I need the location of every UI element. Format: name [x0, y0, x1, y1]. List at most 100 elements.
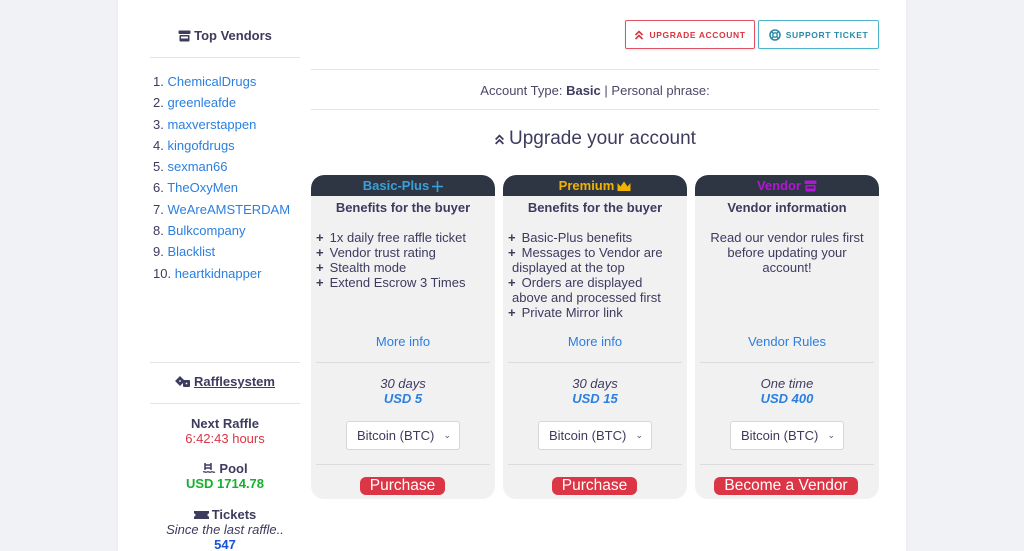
next-raffle-label: Next Raffle: [191, 416, 259, 431]
plan-duration: One time: [760, 376, 814, 391]
payment-method-value: Bitcoin (BTC): [357, 428, 435, 443]
plan-price-value: USD 400: [760, 391, 814, 406]
divider: [508, 362, 682, 363]
raffle-pool: Pool USD 1714.78: [150, 461, 300, 491]
benefit-item: + Private Mirror link: [508, 305, 623, 320]
upgrade-account-button[interactable]: UPGRADE ACCOUNT: [625, 20, 755, 49]
vendor-link[interactable]: sexman66: [167, 159, 227, 174]
upgrade-title-text: Upgrade your account: [509, 128, 696, 149]
page-container: Top Vendors 1. ChemicalDrugs 2. greenlea…: [118, 0, 906, 551]
vendor-rank: 8.: [153, 223, 164, 239]
chevron-down-icon: ⌄: [443, 430, 451, 440]
list-item: 9. Blacklist: [153, 243, 290, 264]
divider: [311, 69, 879, 70]
list-item: 2. greenleafde: [153, 94, 290, 115]
list-item: 7. WeAreAMSTERDAM: [153, 201, 290, 222]
vendor-rank: 9.: [153, 244, 164, 260]
divider: [150, 403, 300, 404]
payment-method-select[interactable]: Bitcoin (BTC) ⌄: [730, 421, 844, 450]
vendor-link[interactable]: kingofdrugs: [167, 138, 234, 153]
account-type-value: Basic: [566, 83, 601, 98]
vendor-rules-link[interactable]: Vendor Rules: [695, 334, 879, 349]
double-chevron-up-icon: [635, 29, 644, 40]
vendor-link[interactable]: Bulkcompany: [167, 223, 245, 238]
tickets-label-text: Tickets: [211, 507, 257, 522]
benefits-list: + Basic-Plus benefits + Messages to Vend…: [503, 230, 687, 320]
dice-icon: [175, 376, 191, 387]
vendor-link[interactable]: WeAreAMSTERDAM: [167, 202, 290, 217]
purchase-button[interactable]: Purchase: [552, 477, 637, 495]
list-item: 10. heartkidnapper: [153, 265, 290, 286]
plan-card-vendor: Vendor Vendor information Read our vendo…: [695, 175, 879, 499]
payment-method-select[interactable]: Bitcoin (BTC) ⌄: [538, 421, 652, 450]
plan-price-value: USD 15: [572, 391, 618, 406]
vendor-link[interactable]: maxverstappen: [167, 117, 256, 132]
plan-card-header: Premium: [503, 175, 687, 196]
upgrade-title: Upgrade your account: [311, 128, 879, 150]
vendor-rank: 1.: [153, 74, 164, 89]
plan-card-header: Vendor: [695, 175, 879, 196]
payment-method-value: Bitcoin (BTC): [549, 428, 627, 443]
list-item: 1. ChemicalDrugs: [153, 73, 290, 94]
rafflesystem-link[interactable]: Rafflesystem: [194, 374, 275, 389]
vendor-rank: 6.: [153, 180, 164, 196]
plan-price: 30 days USD 15: [503, 376, 687, 406]
plan-title: Premium: [558, 178, 615, 193]
list-item: 4. kingofdrugs: [153, 137, 290, 158]
tickets-note: Since the last raffle..: [166, 522, 284, 537]
account-info: Account Type: Basic | Personal phrase:: [311, 83, 879, 98]
vendor-rank: 7.: [153, 201, 164, 217]
benefit-item: + Stealth mode: [316, 260, 407, 275]
payment-method-value: Bitcoin (BTC): [741, 428, 819, 443]
vendor-link[interactable]: heartkidnapper: [175, 266, 262, 281]
double-chevron-up-icon: [495, 134, 504, 145]
vendor-rank: 10.: [153, 265, 172, 281]
plan-price: 30 days USD 5: [311, 376, 495, 406]
vendor-link[interactable]: greenleafde: [167, 95, 236, 110]
vendor-rank: 3.: [153, 116, 164, 132]
benefit-item: + Extend Escrow 3 Times: [316, 275, 466, 290]
more-info-link[interactable]: More info: [311, 334, 495, 349]
divider: [700, 464, 874, 465]
more-info-link[interactable]: More info: [503, 334, 687, 349]
next-raffle-countdown: 6:42:43 hours: [185, 431, 265, 446]
become-vendor-button[interactable]: Become a Vendor: [714, 477, 858, 495]
lifebuoy-icon: [768, 28, 781, 41]
plan-duration: 30 days: [572, 376, 618, 391]
next-raffle: Next Raffle 6:42:43 hours: [150, 416, 300, 446]
personal-phrase-label: Personal phrase:: [611, 83, 710, 98]
divider: [316, 464, 490, 465]
purchase-button[interactable]: Purchase: [360, 477, 445, 495]
benefit-item: + Basic-Plus benefits: [508, 230, 633, 245]
divider: [316, 362, 490, 363]
store-icon: [804, 180, 817, 192]
divider: [311, 109, 879, 110]
divider: [150, 57, 300, 58]
crown-icon: [617, 181, 631, 191]
list-item: 3. maxverstappen: [153, 116, 290, 137]
tickets-label: Tickets: [150, 507, 300, 522]
support-ticket-button[interactable]: SUPPORT TICKET: [758, 20, 879, 49]
divider: [508, 464, 682, 465]
vendor-link[interactable]: Blacklist: [167, 244, 215, 259]
chevron-down-icon: ⌄: [827, 430, 835, 440]
vendor-link[interactable]: TheOxyMen: [167, 180, 238, 195]
benefit-item: + Orders are displayed above and processe…: [508, 275, 661, 305]
payment-method-select[interactable]: Bitcoin (BTC) ⌄: [346, 421, 460, 450]
list-item: 8. Bulkcompany: [153, 222, 290, 243]
divider: [150, 362, 300, 363]
separator: |: [604, 83, 608, 98]
chevron-down-icon: ⌄: [635, 430, 643, 440]
divider: [700, 362, 874, 363]
tickets-count: 547: [214, 537, 236, 551]
plan-card-header: Basic-Plus: [311, 175, 495, 196]
vendor-link[interactable]: ChemicalDrugs: [167, 74, 256, 89]
plan-title: Basic-Plus: [362, 178, 430, 193]
pool-label: Pool: [150, 461, 300, 476]
plan-title: Vendor: [756, 178, 802, 193]
benefit-item: + Messages to Vendor are displayed at the…: [508, 245, 663, 275]
ticket-icon: [193, 511, 209, 519]
top-vendors-heading: Top Vendors: [150, 28, 300, 43]
benefit-item: + Vendor trust rating: [316, 245, 436, 260]
plan-subtitle: Benefits for the buyer: [527, 200, 663, 215]
